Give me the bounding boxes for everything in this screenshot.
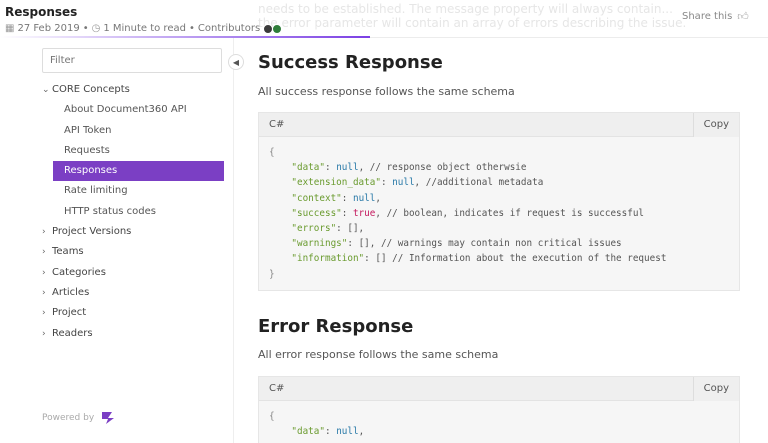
sidebar-item-categories[interactable]: › Categories [42, 263, 226, 283]
powered-by-label: Powered by [42, 413, 95, 423]
sidebar-item-project-versions[interactable]: › Project Versions [42, 222, 226, 242]
code-block-header: C# Copy [259, 112, 739, 137]
code-content[interactable]: { "data": null, [259, 401, 739, 443]
sidebar-item-core-concepts[interactable]: ⌄ CORE Concepts [42, 80, 226, 100]
sidebar-item-requests[interactable]: Requests [42, 141, 226, 161]
sidebar-item-articles[interactable]: › Articles [42, 283, 226, 303]
read-time: 1 Minute to read [103, 23, 186, 34]
sidebar-item-http-status-codes[interactable]: HTTP status codes [42, 202, 226, 222]
meta-separator: • [188, 23, 195, 34]
chevron-right-icon: › [42, 247, 46, 258]
page-title: Responses [5, 5, 78, 19]
chevron-right-icon: › [42, 227, 46, 238]
faded-background-text: needs to be established. The message pro… [258, 2, 687, 30]
article-meta: ▦ 27 Feb 2019 • ◷ 1 Minute to read • Con… [5, 23, 283, 34]
chevron-right-icon: › [42, 287, 46, 298]
code-block-header: C# Copy [259, 376, 739, 401]
success-response-heading: Success Response [258, 52, 443, 73]
sidebar: ◀ ⌄CORE Concepts About Document360 API A… [40, 38, 244, 443]
share-button[interactable]: Share this 👍︎ [682, 10, 749, 23]
code-content[interactable]: { "data": null, // response object other… [259, 137, 739, 290]
sidebar-nav: ⌄ CORE Concepts About Document360 API API… [42, 80, 226, 344]
sidebar-item-api-token[interactable]: API Token [42, 121, 226, 141]
copy-button[interactable]: Copy [692, 376, 739, 401]
sidebar-item-rate-limiting[interactable]: Rate limiting [42, 181, 226, 201]
sidebar-item-readers[interactable]: › Readers [42, 324, 226, 344]
contributors-label: Contributors [197, 23, 261, 34]
sidebar-item-project[interactable]: › Project [42, 303, 226, 323]
error-response-description: All error response follows the same sche… [258, 348, 499, 361]
success-code-block: C# Copy { "data": null, // response obje… [258, 112, 740, 291]
calendar-icon: ▦ [5, 23, 15, 34]
sidebar-item-teams[interactable]: › Teams [42, 242, 226, 262]
share-label: Share this [682, 11, 733, 22]
code-language-label: C# [269, 383, 285, 394]
chevron-right-icon: › [42, 267, 46, 278]
copy-button[interactable]: Copy [692, 112, 739, 137]
chevron-left-icon: ◀ [232, 57, 240, 67]
clock-icon: ◷ [91, 23, 101, 34]
article-header: needs to be established. The message pro… [0, 0, 768, 38]
error-code-block: C# Copy { "data": null, [258, 376, 740, 443]
sidebar-item-responses[interactable]: Responses [53, 161, 224, 182]
contributor-avatar[interactable] [272, 23, 283, 34]
sidebar-item-about-document360-api[interactable]: About Document360 API [42, 100, 226, 120]
document360-logo-icon [102, 412, 115, 424]
powered-by[interactable]: Powered by [42, 411, 116, 425]
chevron-right-icon: › [42, 328, 46, 339]
success-response-description: All success response follows the same sc… [258, 85, 515, 98]
error-response-heading: Error Response [258, 316, 414, 337]
code-language-label: C# [269, 119, 285, 130]
filter-input[interactable] [42, 48, 222, 73]
chevron-down-icon: ⌄ [42, 85, 50, 95]
chevron-right-icon: › [42, 308, 46, 319]
thumbs-up-icon: 👍︎ [737, 10, 749, 23]
meta-separator: • [82, 23, 89, 34]
collapse-sidebar-button[interactable]: ◀ [228, 54, 244, 70]
article-date: 27 Feb 2019 [17, 23, 80, 34]
